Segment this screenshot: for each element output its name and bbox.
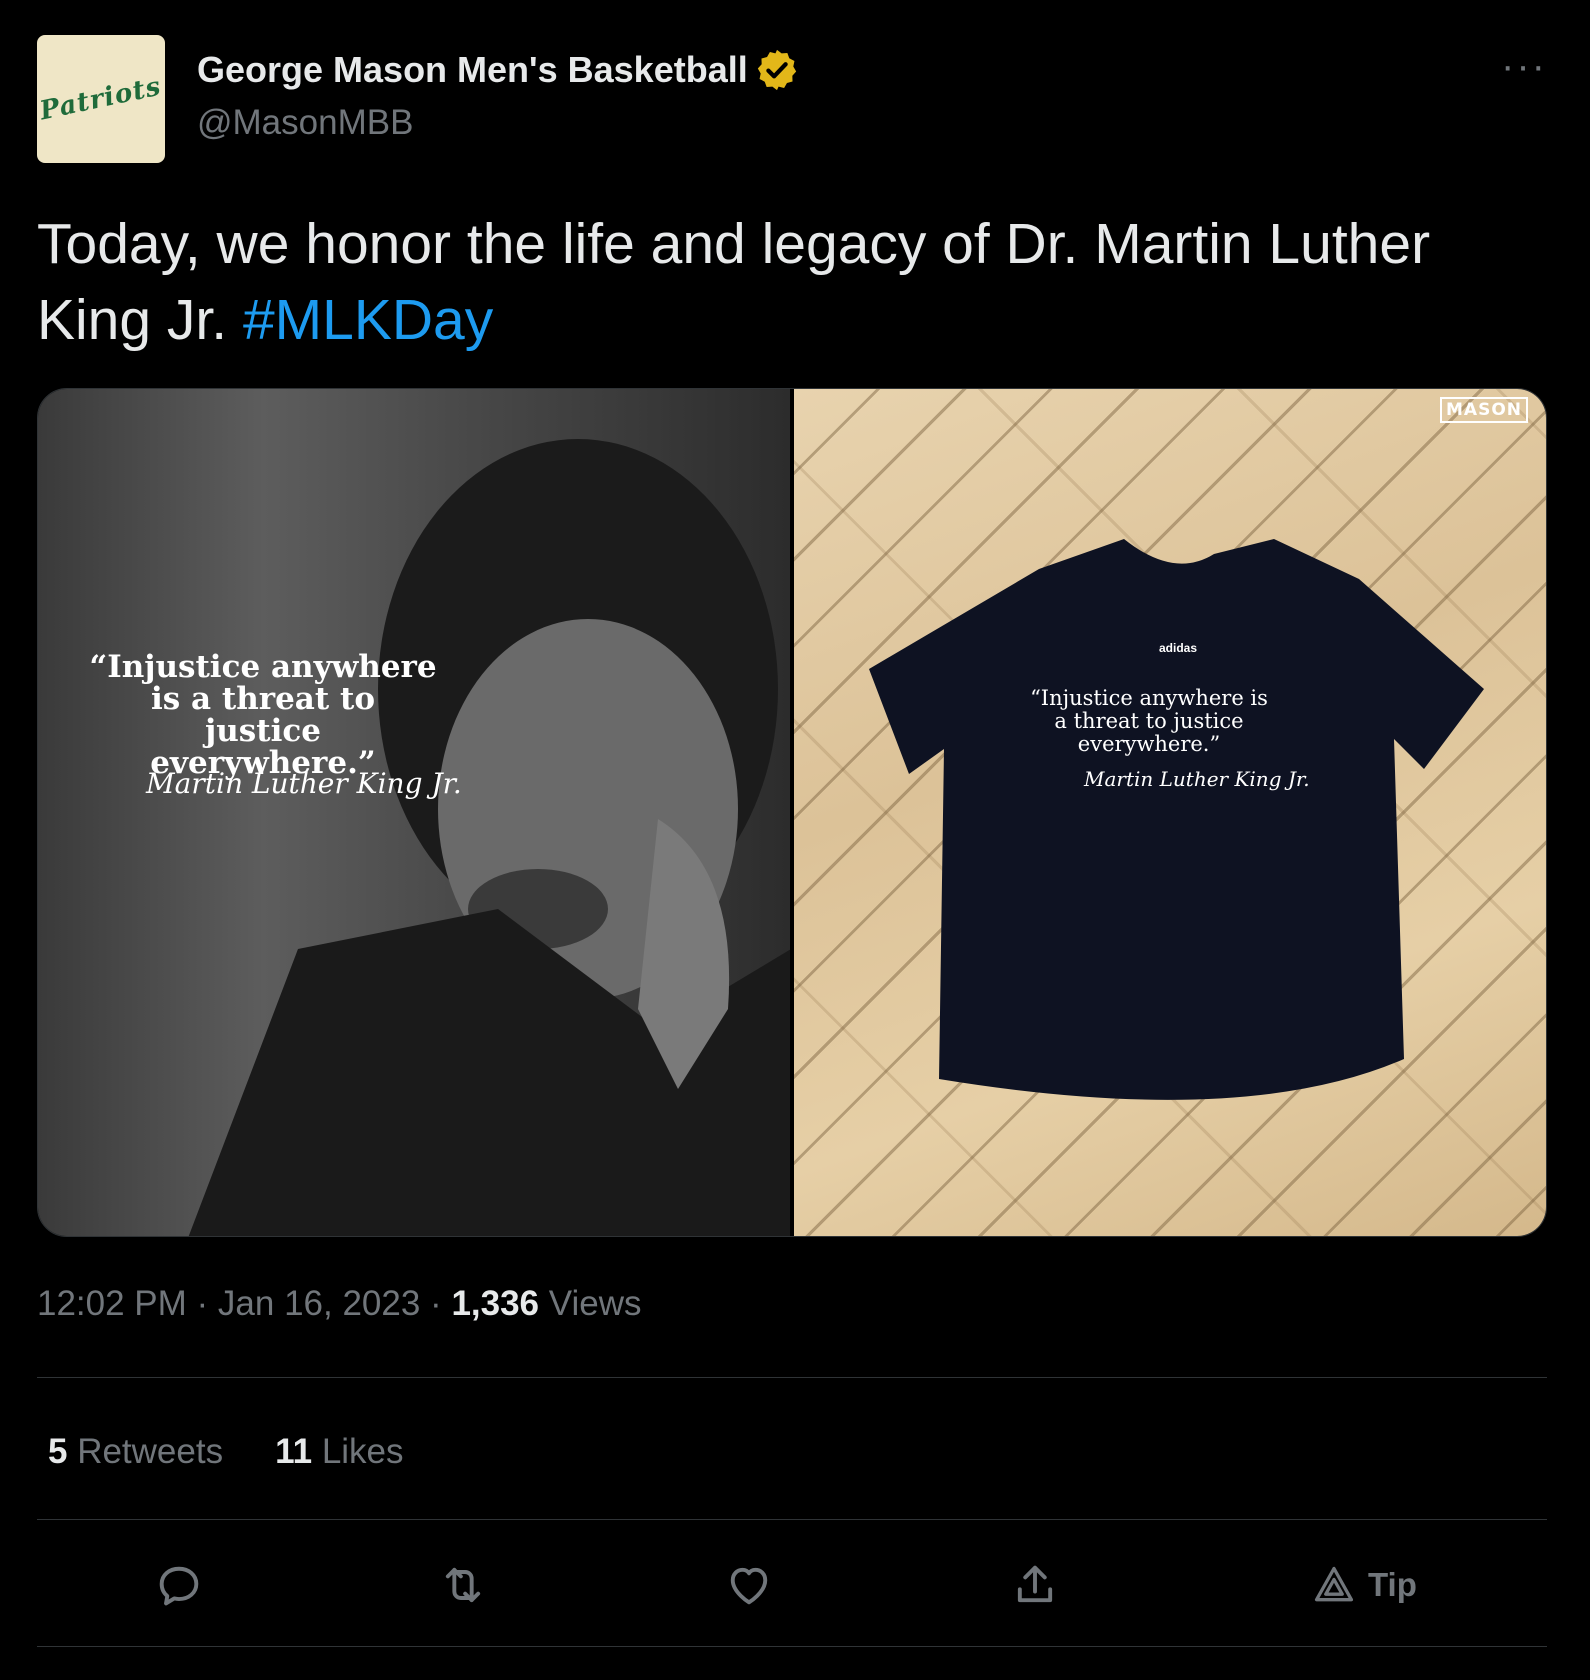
mlk-portrait-photo[interactable]: “Injustice anywhere is a threat to justi… (38, 389, 790, 1236)
likes-count: 11 (275, 1432, 313, 1471)
hashtag-link[interactable]: #MLKDay (243, 288, 493, 352)
share-icon (1017, 1565, 1053, 1603)
retweets-label: Retweets (67, 1432, 224, 1471)
tweet-time[interactable]: 12:02 PM (37, 1284, 187, 1323)
more-options-icon[interactable]: ··· (1501, 46, 1547, 86)
like-button[interactable] (723, 1555, 775, 1615)
share-button[interactable] (1009, 1555, 1061, 1615)
meta-separator: · (186, 1284, 218, 1323)
views-label: Views (539, 1284, 642, 1323)
display-name[interactable]: George Mason Men's Basketball (197, 49, 748, 91)
tweet-meta: 12:02 PM · Jan 16, 2023 · 1,336 Views (37, 1284, 642, 1324)
tshirt-photo[interactable]: adidas “Injustice anywhere is a threat t… (794, 389, 1546, 1236)
tip-button[interactable]: Tip (1312, 1555, 1417, 1615)
left-quote-text: “Injustice anywhere is a threat to justi… (89, 649, 437, 781)
name-row: George Mason Men's Basketball (197, 47, 800, 93)
tweet-date[interactable]: Jan 16, 2023 (218, 1284, 420, 1323)
meta-separator: · (420, 1284, 452, 1323)
verified-badge-icon[interactable] (754, 47, 800, 93)
tip-icon (1314, 1566, 1354, 1602)
right-signature: Martin Luther King Jr. (1084, 767, 1310, 791)
retweet-icon (445, 1567, 481, 1603)
heart-icon (730, 1567, 768, 1605)
likes-label: Likes (312, 1432, 404, 1471)
brand-logo: adidas (1159, 641, 1198, 655)
avatar[interactable]: Patriots (37, 35, 165, 163)
views-count: 1,336 (451, 1284, 540, 1323)
retweets-count: 5 (48, 1432, 68, 1471)
retweet-button[interactable] (437, 1555, 489, 1615)
user-handle[interactable]: @MasonMBB (197, 103, 413, 143)
tip-label: Tip (1368, 1566, 1417, 1603)
reply-icon (159, 1566, 199, 1606)
avatar-logo-text: Patriots (37, 71, 165, 127)
retweets-stat[interactable]: 5 Retweets (48, 1432, 223, 1472)
divider (37, 1519, 1547, 1520)
right-quote-text: “Injustice anywhere is a threat to justi… (1030, 686, 1268, 756)
mason-logo: MASON (1440, 397, 1528, 423)
media-grid: “Injustice anywhere is a threat to justi… (37, 388, 1547, 1237)
action-bar: Tip (37, 1555, 1547, 1615)
divider (37, 1646, 1547, 1647)
tweet-header: Patriots George Mason Men's Basketball @… (37, 35, 1547, 165)
divider (37, 1377, 1547, 1378)
reply-button[interactable] (153, 1555, 205, 1615)
left-signature: Martin Luther King Jr. (146, 767, 462, 800)
tshirt-illustration (869, 539, 1484, 1100)
likes-stat[interactable]: 11 Likes (275, 1432, 403, 1472)
tweet-text: Today, we honor the life and legacy of D… (37, 206, 1537, 358)
engagement-stats: 5 Retweets 11 Likes (48, 1432, 404, 1472)
portrait-illustration (188, 439, 790, 1236)
